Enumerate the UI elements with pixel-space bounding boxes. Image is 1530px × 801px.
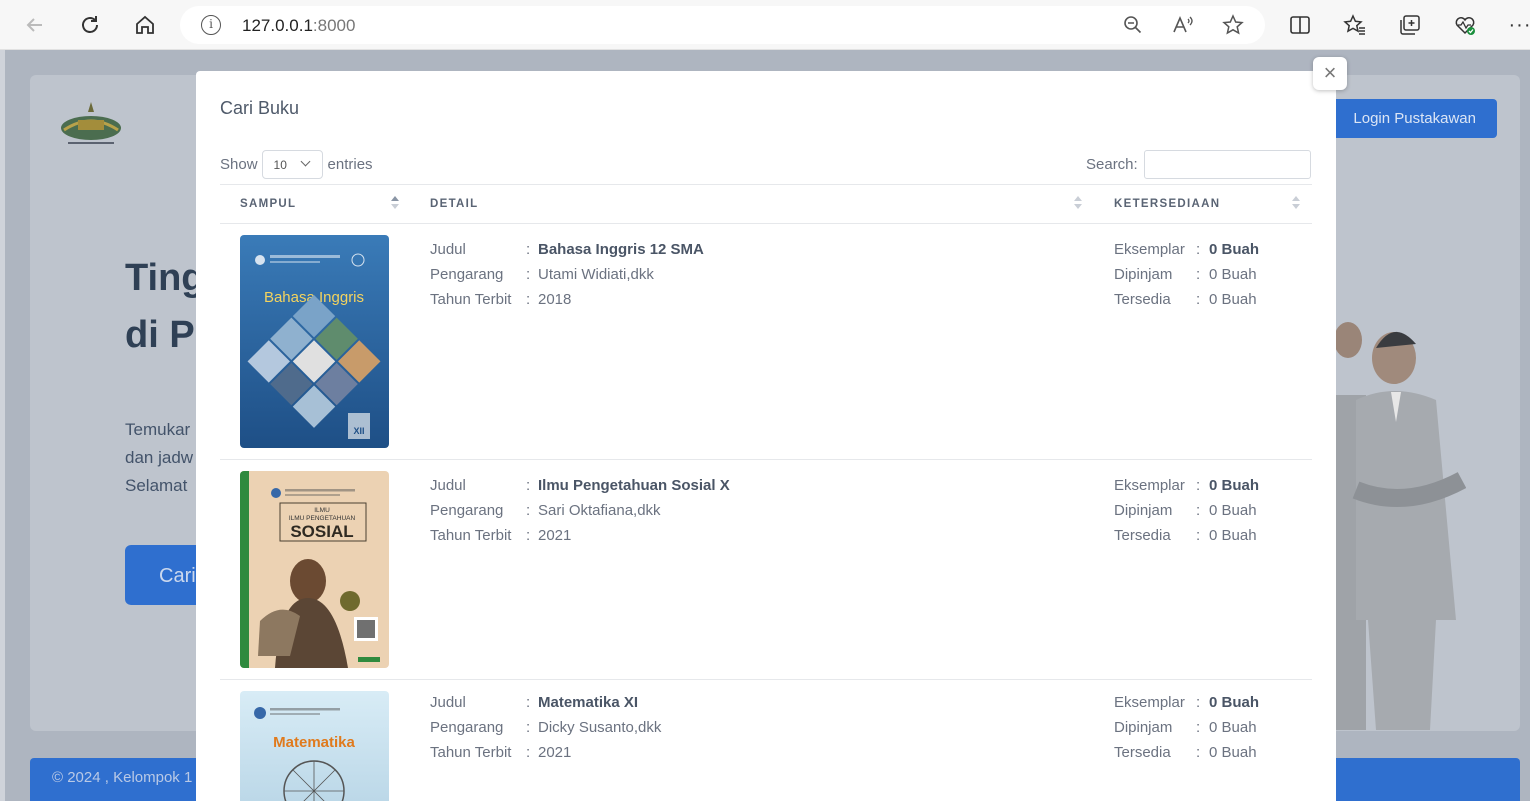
table-header: SAMPUL DETAIL KETERSEDIAAN (220, 184, 1312, 224)
book-title: Bahasa Inggris 12 SMA (538, 241, 704, 258)
refresh-icon[interactable] (73, 8, 107, 42)
browser-essentials-icon[interactable] (1452, 12, 1478, 38)
entries-label: entries (327, 156, 373, 173)
book-year: 2021 (538, 744, 572, 761)
book-author: Utami Widiati,dkk (538, 266, 654, 283)
book-availability: Eksemplar:0 Buah Dipinjam:0 Buah Tersedi… (1114, 241, 1260, 308)
borrowed-count: 0 Buah (1209, 502, 1257, 519)
show-label: Show (220, 156, 258, 173)
split-screen-icon[interactable] (1287, 12, 1313, 38)
available-count: 0 Buah (1209, 744, 1257, 761)
book-title: Ilmu Pengetahuan Sosial X (538, 477, 730, 494)
copies-count: 0 Buah (1209, 694, 1260, 711)
available-count: 0 Buah (1209, 527, 1257, 544)
entries-length-control: Show 10 entries (220, 150, 373, 179)
sort-icon[interactable] (1292, 196, 1300, 212)
browser-toolbar: i 127.0.0.1:8000 ··· (0, 0, 1530, 50)
site-info-icon[interactable]: i (201, 15, 221, 35)
svg-text:Matematika: Matematika (273, 734, 355, 751)
search-book-modal: Cari Buku Show 10 entries Search: SAMPUL… (196, 71, 1336, 801)
table-row: Bahasa Inggris XII Judul: Bahasa Inggris … (220, 224, 1312, 460)
collections-icon[interactable] (1397, 12, 1423, 38)
read-aloud-icon[interactable] (1171, 13, 1195, 37)
table-row: Matematika Judul: Matematika XI Pengarang… (220, 680, 1312, 801)
back-icon[interactable] (18, 8, 52, 42)
sort-icon[interactable] (1074, 196, 1082, 212)
url-text: 127.0.0.1:8000 (242, 16, 356, 35)
book-year: 2021 (538, 527, 572, 544)
favorite-star-icon[interactable] (1221, 13, 1245, 37)
svg-text:XII: XII (353, 426, 364, 436)
book-title: Matematika XI (538, 694, 639, 711)
book-author: Dicky Susanto,dkk (538, 719, 662, 736)
favorites-icon[interactable] (1342, 12, 1368, 38)
available-count: 0 Buah (1209, 291, 1257, 308)
column-header-detail[interactable]: DETAIL (430, 198, 478, 210)
book-author: Sari Oktafiana,dkk (538, 502, 661, 519)
school-logo (58, 100, 124, 146)
address-bar[interactable]: i 127.0.0.1:8000 (180, 6, 1265, 44)
book-detail: Judul: Ilmu Pengetahuan Sosial X Pengaran… (430, 477, 730, 544)
search-input[interactable] (1143, 150, 1311, 179)
hero-title: Ting di P (125, 257, 205, 356)
modal-title: Cari Buku (220, 98, 300, 118)
book-cover-image: Matematika (240, 691, 389, 801)
sort-icon[interactable] (391, 196, 399, 212)
svg-text:SOSIAL: SOSIAL (290, 522, 353, 541)
column-header-ketersediaan[interactable]: KETERSEDIAAN (1114, 198, 1220, 210)
borrowed-count: 0 Buah (1209, 266, 1257, 283)
column-header-sampul[interactable]: SAMPUL (240, 198, 296, 210)
svg-text:ILMU PENGETAHUAN: ILMU PENGETAHUAN (289, 515, 356, 522)
svg-text:ILMU: ILMU (314, 507, 330, 514)
chevron-down-icon (300, 156, 310, 167)
close-modal-button[interactable]: × (1313, 57, 1347, 90)
students-image (1334, 300, 1467, 730)
table-row: ILMU ILMU PENGETAHUAN SOSIAL Judul: Ilmu … (220, 460, 1312, 680)
search-label: Search: (1086, 156, 1138, 173)
hero-text: Temukar dan jadw Selamat (125, 420, 194, 495)
copies-count: 0 Buah (1209, 241, 1260, 258)
table-search: Search: (1086, 150, 1311, 179)
more-options-icon[interactable]: ··· (1507, 12, 1530, 38)
book-availability: Eksemplar:0 Buah Dipinjam:0 Buah Tersedi… (1114, 694, 1260, 761)
home-icon[interactable] (128, 8, 162, 42)
login-librarian-button[interactable]: Login Pustakawan (1330, 99, 1497, 138)
book-detail: Judul: Matematika XI Pengarang: Dicky Susa… (430, 694, 662, 761)
borrowed-count: 0 Buah (1209, 719, 1257, 736)
book-year: 2018 (538, 291, 572, 308)
book-cover-image: Bahasa Inggris XII (240, 235, 389, 448)
zoom-out-icon[interactable] (1121, 13, 1145, 37)
copies-count: 0 Buah (1209, 477, 1260, 494)
book-availability: Eksemplar:0 Buah Dipinjam:0 Buah Tersedi… (1114, 477, 1260, 544)
book-detail: Judul: Bahasa Inggris 12 SMA Pengarang: Ut… (430, 241, 704, 308)
entries-select[interactable]: 10 (261, 150, 323, 179)
book-cover-image: ILMU ILMU PENGETAHUAN SOSIAL (240, 471, 389, 668)
